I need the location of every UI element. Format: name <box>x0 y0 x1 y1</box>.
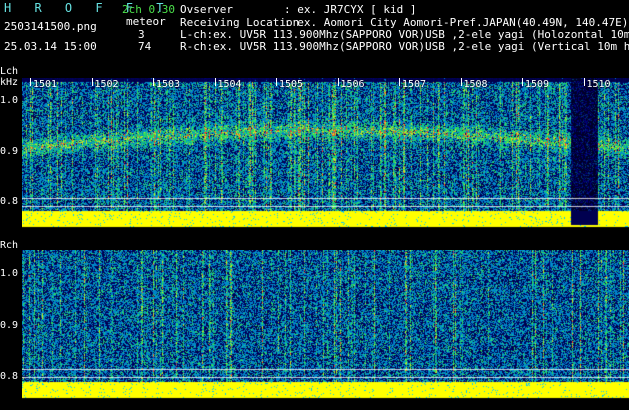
lch-time-tick <box>583 78 585 86</box>
filename: 2503141500.png <box>4 20 97 33</box>
rch-spectrogram <box>22 250 629 402</box>
lch-time-stamp: 1504 <box>217 79 242 90</box>
rch-meteor-count: 74 <box>138 40 152 53</box>
lch-time-stamp: 1510 <box>586 79 611 90</box>
lch-time-tick <box>460 78 462 86</box>
lch-time-tick <box>522 78 523 86</box>
lch-time-tick <box>337 78 339 86</box>
lch-time-tick <box>91 78 93 86</box>
lch-time-stamp: 1508 <box>463 79 488 90</box>
rch-ytick-0.8: 0.8 <box>0 371 19 382</box>
rch-ytick-1.0: 1.0 <box>0 268 19 279</box>
lch-time-stamp: 1503 <box>156 79 181 90</box>
lch-time-tick <box>399 78 400 86</box>
rch-info: R-ch:ex. UV5R 113.900Mhz(SAPPORO VOR)USB… <box>180 40 629 53</box>
lch-time-tick <box>153 78 154 86</box>
lch-time-stamp: 1507 <box>402 79 427 90</box>
lch-time-stamp: 1506 <box>340 79 365 90</box>
lch-time-tick <box>30 78 31 86</box>
meteor-label: meteor <box>126 15 166 28</box>
rch-ytick-0.9: 0.9 <box>0 320 19 331</box>
lch-unit: kHz <box>0 77 19 88</box>
observer-value: : ex. JR7CYX [ kid ] <box>284 3 417 16</box>
lch-spectrogram: 1501 1502 1503 1504 1505 1506 1507 1508 1509 1510 <box>22 78 629 231</box>
observer-label: Ovserver <box>180 3 233 16</box>
lch-waterfall-canvas <box>22 78 629 231</box>
lch-ytick-0.8: 0.8 <box>0 196 19 207</box>
lch-time-stamp: 1501 <box>33 79 58 90</box>
rch-label: Rch <box>0 240 19 251</box>
lch-time-tick <box>276 78 277 86</box>
rch-waterfall-canvas <box>22 250 629 402</box>
datetime: 25.03.14 15:00 <box>4 40 97 53</box>
lch-time-stamp: 1509 <box>525 79 550 90</box>
lch-ytick-1.0: 1.0 <box>0 95 19 106</box>
lch-time-stamp: 1502 <box>94 79 119 90</box>
lch-label: Lch <box>0 66 19 77</box>
lch-time-stamp: 1505 <box>279 79 304 90</box>
lch-time-tick <box>214 78 216 86</box>
lch-ytick-0.9: 0.9 <box>0 146 19 157</box>
